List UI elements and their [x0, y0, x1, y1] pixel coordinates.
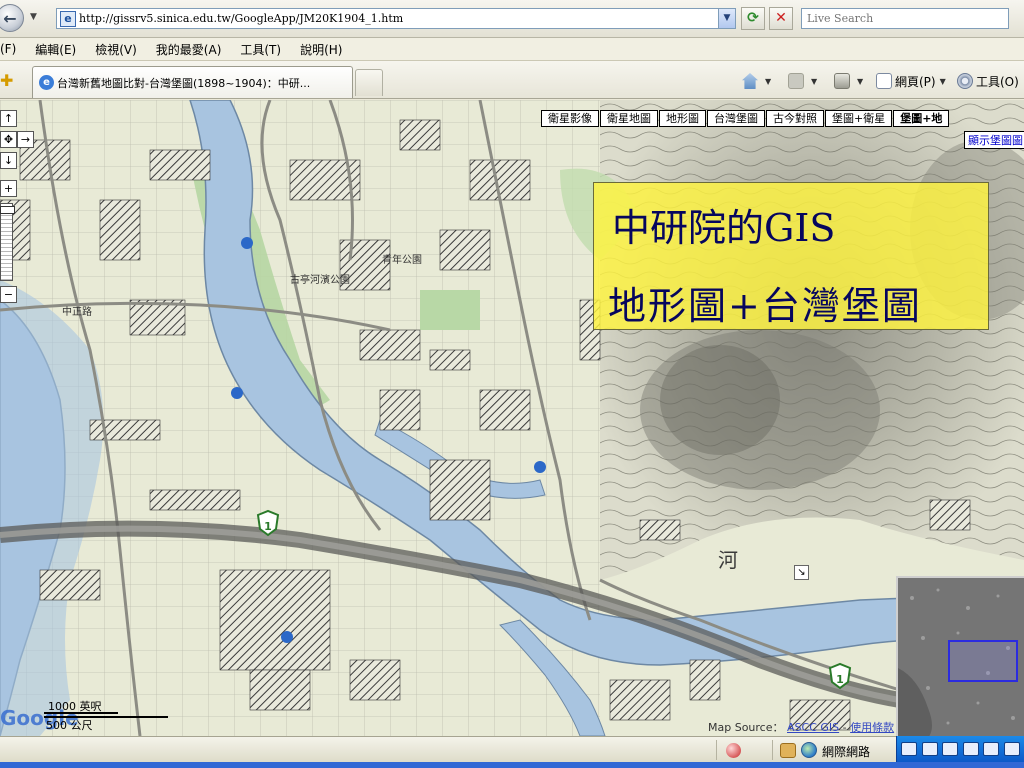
edit-icon[interactable] — [962, 742, 979, 756]
page-menu-label: 網頁(P) — [895, 74, 936, 89]
overview-map[interactable] — [896, 576, 1024, 736]
menu-favorites[interactable]: 我的最愛(A) — [156, 41, 222, 58]
tab-bar: ✚ e 台灣新舊地圖比對-台灣堡圖(1898~1904)：中研... ▼ ▼ ▼… — [0, 61, 1024, 99]
terms-of-use-link[interactable]: 使用條款 — [850, 721, 894, 734]
input-method-icon[interactable] — [983, 742, 1000, 756]
ie-page-icon: e — [39, 75, 54, 90]
map-canvas[interactable]: 1 1 古亭河濱公園 青年公園 中正路 河 衛星影像 衛星地圖 地形圖 台灣堡圖… — [0, 100, 1024, 736]
pan-center-button[interactable]: ✥ — [0, 131, 17, 148]
show-overlay-checkbox[interactable]: 顯示堡圖圖 — [964, 131, 1024, 149]
favorites-star-icon[interactable]: ✚ — [0, 71, 13, 90]
status-bar: 網際網路 — [0, 736, 1024, 762]
security-zone-label: 網際網路 — [822, 745, 871, 759]
home-icon — [742, 73, 758, 89]
feeds-button[interactable]: ▼ — [788, 71, 817, 91]
tools-menu-label: 工具(O) — [976, 74, 1019, 89]
search-input[interactable] — [801, 8, 1009, 29]
stop-button[interactable]: ✕ — [769, 7, 793, 30]
title-line-2: 地形圖+台灣堡圖 — [608, 284, 922, 328]
printer-icon — [834, 73, 850, 89]
title-line-1: 中研院的GIS — [612, 206, 836, 250]
address-field[interactable]: e http://gissrv5.sinica.edu.tw/GoogleApp… — [56, 8, 736, 29]
print-button[interactable]: ▼ — [834, 71, 863, 91]
scale-label-meters: 500 公尺 — [46, 719, 93, 732]
recent-pages-dropdown-icon[interactable]: ▼ — [30, 12, 37, 22]
popup-blocked-icon[interactable] — [726, 743, 741, 758]
menu-bar: (F) 編輯(E) 檢視(V) 我的最愛(A) 工具(T) 說明(H) — [0, 38, 1024, 61]
stop-icon: ✕ — [775, 10, 787, 26]
page-icon — [876, 73, 892, 89]
menu-file[interactable]: (F) — [0, 42, 16, 56]
ascc-gis-link[interactable]: ASCC GIS — [787, 721, 839, 734]
map-label-youth-park: 青年公園 — [382, 253, 422, 266]
tab-title: 台灣新舊地圖比對-台灣堡圖(1898~1904)：中研... — [57, 76, 311, 90]
chevron-down-icon[interactable]: ▼ — [765, 77, 771, 86]
scale-bar: 1000 英呎 500 公尺 — [40, 698, 170, 736]
route-shield-label: 1 — [836, 673, 844, 686]
page-icon: e — [60, 10, 76, 27]
map-type-terrain[interactable]: 地形圖 — [659, 110, 706, 127]
route-shield-label: 1 — [264, 520, 272, 533]
chevron-down-icon[interactable]: ▼ — [811, 77, 817, 86]
page-menu-button[interactable]: 網頁(P) ▼ — [876, 71, 946, 91]
menu-view[interactable]: 檢視(V) — [95, 41, 137, 58]
map-type-satellite[interactable]: 衛星影像 — [541, 110, 599, 127]
gear-icon — [957, 73, 973, 89]
menu-tools[interactable]: 工具(T) — [240, 41, 281, 58]
zoom-slider-handle[interactable] — [0, 206, 15, 214]
title-overlay-box: 中研院的GIS 地形圖+台灣堡圖 — [593, 182, 989, 330]
browser-window: ← ▼ e http://gissrv5.sinica.edu.tw/Googl… — [0, 0, 1024, 768]
refresh-icon: ⟳ — [747, 10, 759, 26]
map-attribution: Map Source： ASCC GIS - 使用條款 — [708, 719, 894, 735]
system-tray — [896, 736, 1024, 762]
overview-viewport-rect[interactable] — [948, 640, 1018, 682]
pen-icon[interactable] — [921, 742, 938, 756]
keyboard-icon[interactable] — [901, 742, 918, 756]
pan-right-button[interactable]: → — [17, 131, 34, 148]
tab-active[interactable]: e 台灣新舊地圖比對-台灣堡圖(1898~1904)：中研... — [32, 66, 353, 98]
chevron-down-icon[interactable]: ▼ — [940, 77, 946, 86]
taskbar — [0, 762, 1024, 768]
map-type-satellite-map[interactable]: 衛星地圖 — [600, 110, 658, 127]
new-tab-button[interactable] — [355, 69, 383, 96]
refresh-button[interactable]: ⟳ — [741, 7, 765, 30]
map-type-compare[interactable]: 古今對照 — [766, 110, 824, 127]
pan-up-button[interactable]: ↑ — [0, 110, 17, 127]
pan-down-button[interactable]: ↓ — [0, 152, 17, 169]
chevron-down-icon[interactable]: ▼ — [857, 77, 863, 86]
map-type-bar: 衛星影像 衛星地圖 地形圖 台灣堡圖 古今對照 堡圖+衛星 堡圖+地 — [541, 110, 950, 127]
lock-icon — [780, 743, 796, 758]
map-label-road: 中正路 — [62, 305, 92, 318]
zoom-out-button[interactable]: − — [0, 286, 17, 303]
rss-icon — [788, 73, 804, 89]
home-button[interactable]: ▼ — [742, 71, 771, 91]
overview-toggle-button[interactable]: ↘ — [794, 565, 809, 580]
address-toolbar: ← ▼ e http://gissrv5.sinica.edu.tw/Googl… — [0, 0, 1024, 38]
map-type-baotu-satellite[interactable]: 堡圖+衛星 — [825, 110, 893, 127]
menu-help[interactable]: 說明(H) — [300, 41, 342, 58]
menu-edit[interactable]: 編輯(E) — [35, 41, 76, 58]
url-text[interactable]: http://gissrv5.sinica.edu.tw/GoogleApp/J… — [79, 12, 403, 25]
map-type-taiwan-baotu[interactable]: 台灣堡圖 — [707, 110, 765, 127]
globe-icon — [801, 742, 817, 758]
tray-more-icon[interactable] — [1003, 742, 1020, 756]
address-dropdown-icon[interactable]: ▼ — [718, 9, 735, 28]
map-label-river: 河 — [718, 548, 738, 572]
zoom-slider[interactable] — [0, 203, 15, 281]
map-label-park: 古亭河濱公園 — [290, 273, 350, 286]
attribution-separator: - — [842, 721, 847, 734]
handwriting-icon[interactable] — [942, 742, 959, 756]
zoom-in-button[interactable]: + — [0, 180, 17, 197]
back-arrow-icon: ← — [3, 8, 17, 28]
tools-menu-button[interactable]: 工具(O) — [957, 71, 1019, 91]
attribution-prefix: Map Source： — [708, 721, 784, 734]
map-type-baotu-terrain[interactable]: 堡圖+地 — [893, 110, 950, 127]
back-button[interactable]: ← — [0, 4, 24, 32]
